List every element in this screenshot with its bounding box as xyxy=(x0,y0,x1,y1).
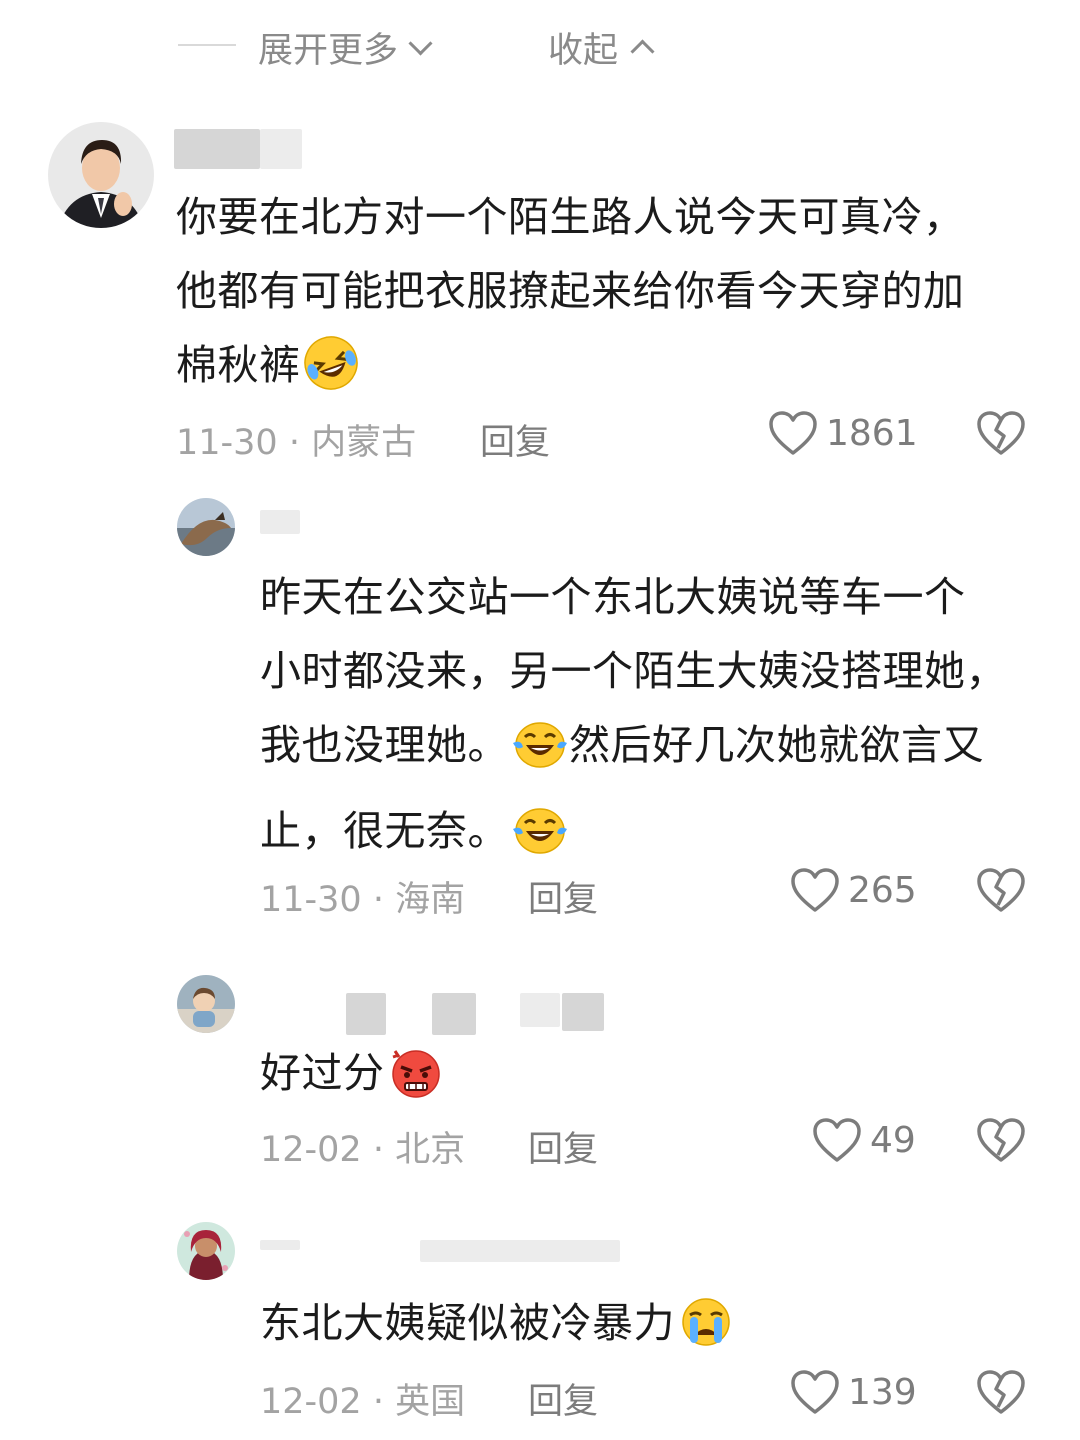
username-blurred xyxy=(520,993,560,1027)
laughing-tears-emoji-icon xyxy=(511,801,569,880)
thread-divider xyxy=(178,44,236,46)
comment-location: 北京 xyxy=(395,1130,466,1170)
collapse-label: 收起 xyxy=(548,31,619,71)
meta-separator: · xyxy=(288,423,300,463)
comment-line: 我也没理她。 然后好几次她就欲言又 xyxy=(260,708,1050,794)
comment-location: 海南 xyxy=(395,880,466,920)
like-button[interactable]: 49 xyxy=(812,1117,916,1163)
laughing-tears-emoji-icon xyxy=(511,715,569,794)
comment-line: 止，很无奈。 xyxy=(260,794,1050,880)
dislike-button[interactable] xyxy=(976,1117,1026,1167)
like-count: 1861 xyxy=(826,412,918,454)
broken-heart-icon xyxy=(977,1370,1025,1414)
reply-button[interactable]: 回复 xyxy=(528,1373,598,1424)
like-button[interactable]: 139 xyxy=(790,1369,917,1415)
comment-date: 12-02 xyxy=(260,1130,362,1170)
grinning-squint-tears-emoji-icon xyxy=(303,335,359,414)
collapse-button[interactable]: 收起 xyxy=(548,22,655,73)
comment-date: 11-30 xyxy=(260,880,362,920)
comment-location: 内蒙古 xyxy=(311,423,417,463)
comment-text: 好过分 xyxy=(260,1036,1050,1122)
broken-heart-icon xyxy=(977,868,1025,912)
comment-meta: 11-30 · 内蒙古 xyxy=(176,414,416,465)
comment-line: 好过分 xyxy=(260,1036,1050,1122)
meta-separator: · xyxy=(372,880,384,920)
comment-meta: 12-02 · 英国 xyxy=(260,1373,465,1424)
username-blurred xyxy=(432,993,476,1035)
comment-line: 他都有可能把衣服撩起来给你看今天穿的加 xyxy=(176,267,965,315)
comment-line: 东北大姨疑似被冷暴力 xyxy=(260,1286,1050,1372)
comment-line: 你要在北方对一个陌生路人说今天可真冷， xyxy=(176,193,965,241)
dislike-button[interactable] xyxy=(976,867,1026,917)
meta-separator: · xyxy=(372,1130,384,1170)
username-blurred xyxy=(562,993,604,1031)
angry-face-emoji-icon xyxy=(387,1045,445,1122)
heart-icon xyxy=(769,411,817,455)
comment-text: 东北大姨疑似被冷暴力 xyxy=(260,1286,1050,1372)
like-button[interactable]: 1861 xyxy=(768,410,918,456)
username-blurred xyxy=(346,993,386,1035)
heart-icon xyxy=(813,1118,861,1162)
username-blurred xyxy=(260,1240,300,1250)
heart-icon xyxy=(791,1370,839,1414)
chevron-down-icon xyxy=(408,31,433,56)
comment-line: 昨天在公交站一个东北大姨说等车一个 xyxy=(260,573,966,621)
comment-line: 棉秋裤 xyxy=(176,328,1056,414)
broken-heart-icon xyxy=(977,411,1025,455)
avatar[interactable] xyxy=(177,498,235,556)
reply-button[interactable]: 回复 xyxy=(528,1121,598,1172)
comment-date: 11-30 xyxy=(176,423,278,463)
expand-more-button[interactable]: 展开更多 xyxy=(258,22,433,73)
username-blurred xyxy=(260,510,300,534)
reply-button[interactable]: 回复 xyxy=(528,871,598,922)
comment-text: 你要在北方对一个陌生路人说今天可真冷， 他都有可能把衣服撩起来给你看今天穿的加 … xyxy=(176,180,1056,414)
like-count: 265 xyxy=(848,869,917,911)
avatar[interactable] xyxy=(48,122,154,228)
username-blurred xyxy=(260,129,302,169)
like-count: 139 xyxy=(848,1371,917,1413)
dislike-button[interactable] xyxy=(976,1369,1026,1419)
comment-date: 12-02 xyxy=(260,1382,362,1422)
chevron-up-icon xyxy=(630,39,655,64)
comment-line: 小时都没来，另一个陌生大姨没搭理她， xyxy=(260,647,1007,695)
comment-meta: 12-02 · 北京 xyxy=(260,1121,465,1172)
meta-separator: · xyxy=(372,1382,384,1422)
username-blurred xyxy=(174,129,260,169)
comment-location: 英国 xyxy=(395,1382,466,1422)
like-count: 49 xyxy=(870,1119,916,1161)
expand-more-label: 展开更多 xyxy=(258,31,399,71)
username-blurred xyxy=(420,1240,620,1262)
comment-meta: 11-30 · 海南 xyxy=(260,871,465,922)
crying-face-emoji-icon xyxy=(677,1295,735,1372)
comment-text: 昨天在公交站一个东北大姨说等车一个 小时都没来，另一个陌生大姨没搭理她， 我也没… xyxy=(260,560,1050,880)
heart-icon xyxy=(791,868,839,912)
dislike-button[interactable] xyxy=(976,410,1026,460)
like-button[interactable]: 265 xyxy=(790,867,917,913)
reply-button[interactable]: 回复 xyxy=(480,414,550,465)
avatar[interactable] xyxy=(177,1222,235,1280)
broken-heart-icon xyxy=(977,1118,1025,1162)
avatar[interactable] xyxy=(177,975,235,1033)
